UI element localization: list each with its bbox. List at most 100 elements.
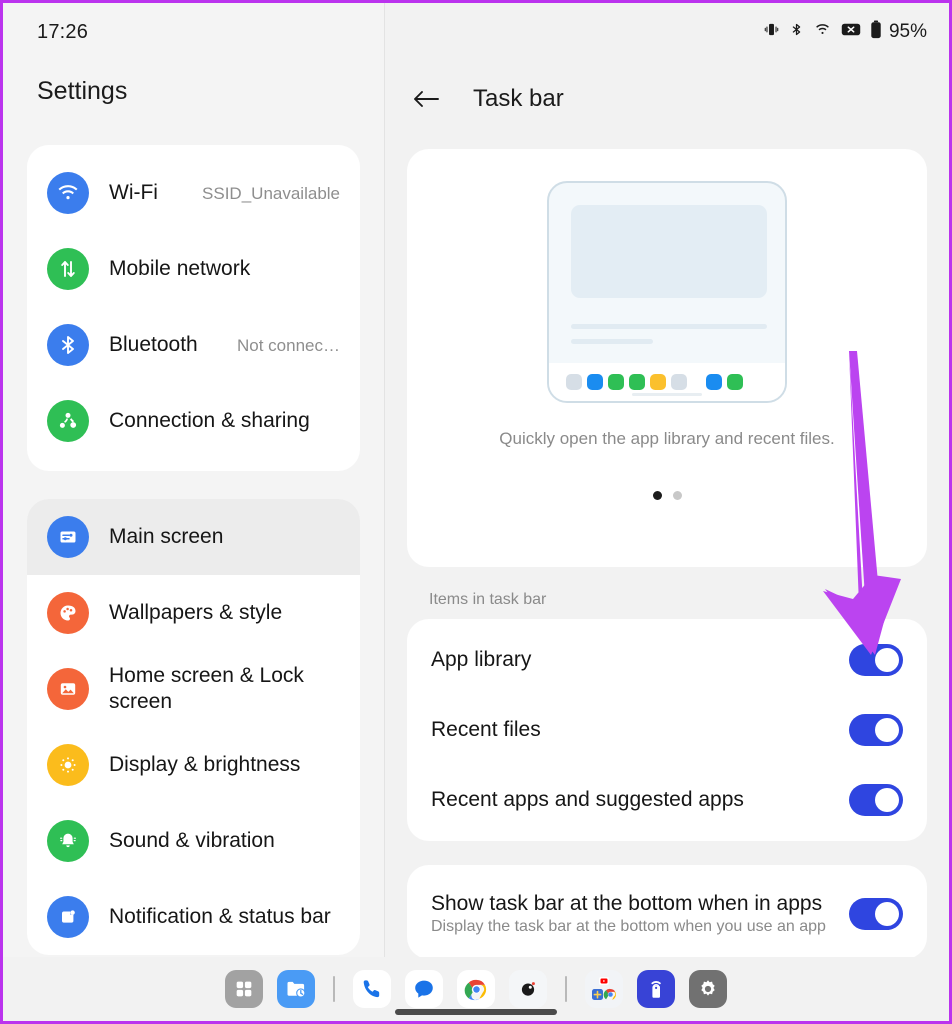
dock-separator-2: [565, 976, 567, 1002]
dock-separator-1: [333, 976, 335, 1002]
setting-title: Recent files: [431, 717, 541, 741]
sidebar-item-value: SSID_Unavailable: [202, 184, 340, 204]
setting-title: Show task bar at the bottom when in apps: [431, 891, 823, 915]
sidebar-item-label: Connection & sharing: [109, 409, 310, 433]
sidebar-item-label: Sound & vibration: [109, 829, 275, 853]
sidebar-title: Settings: [37, 77, 128, 105]
sidebar-item-value: Not connec…: [237, 336, 340, 356]
setting-row-show-taskbar-bottom[interactable]: Show task bar at the bottom when in apps…: [407, 879, 927, 949]
sidebar-item-wallpapers-style[interactable]: Wallpapers & style: [27, 575, 360, 651]
status-bar-right: 95%: [385, 3, 949, 61]
sidebar-item-connection-sharing[interactable]: Connection & sharing: [27, 383, 360, 459]
mockup-chip: [608, 374, 624, 390]
app-library-grid-icon[interactable]: [225, 970, 263, 1008]
items-in-taskbar-card: App library Recent files Recent apps and…: [407, 619, 927, 841]
mobile-network-icon: [47, 248, 89, 290]
setting-title: Recent apps and suggested apps: [431, 787, 744, 811]
sidebar-item-label: Notification & status bar: [109, 905, 331, 929]
mockup-chip: [706, 374, 722, 390]
palette-icon: [47, 592, 89, 634]
mockup-hero-block: [571, 205, 767, 298]
phone-icon[interactable]: [353, 970, 391, 1008]
carousel-dot-1[interactable]: [652, 491, 662, 500]
sidebar-item-home-lock-screen[interactable]: Home screen & Lock screen: [27, 651, 360, 727]
chrome-icon[interactable]: [457, 970, 495, 1008]
toggle-show-taskbar-bottom[interactable]: [849, 898, 903, 930]
toggle-knob: [875, 788, 899, 812]
taskbar-settings-panel: 95% Task bar Quickly open the app librar…: [385, 3, 949, 1021]
status-bar-left: 17:26: [3, 3, 384, 61]
mockup-chip: [671, 374, 687, 390]
sidebar-item-label: Wallpapers & style: [109, 601, 283, 625]
preview-caption: Quickly open the app library and recent …: [499, 429, 835, 448]
toggle-app-library[interactable]: [849, 644, 903, 676]
sidebar-item-label: Main screen: [109, 525, 224, 549]
toggle-knob: [875, 718, 899, 742]
toggle-knob: [875, 648, 899, 672]
toggle-knob: [875, 902, 899, 926]
carousel-dots[interactable]: [652, 491, 682, 500]
bluetooth-icon: [789, 21, 804, 43]
tablet-mockup-illustration: [547, 181, 787, 403]
battery-icon: [870, 20, 882, 44]
brightness-icon: [47, 744, 89, 786]
sidebar-item-label: Wi-Fi: [109, 181, 158, 205]
back-arrow-icon[interactable]: [409, 82, 443, 116]
carousel-dot-2[interactable]: [672, 491, 682, 500]
image-icon: [47, 668, 89, 710]
sidebar-item-mobile-network[interactable]: Mobile network: [27, 231, 360, 307]
wifi-icon: [813, 21, 832, 43]
no-sim-icon: [841, 22, 861, 42]
mockup-chip: [566, 374, 582, 390]
bell-icon: [47, 820, 89, 862]
mockup-home-indicator: [632, 393, 702, 396]
sidebar-item-bluetooth[interactable]: Bluetooth Not connec…: [27, 307, 360, 383]
mockup-chip: [629, 374, 645, 390]
home-indicator: [395, 1009, 557, 1015]
hotspot-icon[interactable]: [637, 970, 675, 1008]
wifi-icon: [47, 172, 89, 214]
gear-icon[interactable]: [689, 970, 727, 1008]
mockup-chip: [587, 374, 603, 390]
device-screen: 17:26 Settings Wi-Fi SSID_Unavailable Mo…: [0, 0, 952, 1024]
sidebar-item-label: Mobile network: [109, 257, 251, 281]
system-dock: [3, 957, 949, 1021]
battery-percent: 95%: [888, 21, 927, 42]
sidebar-item-label: Home screen & Lock screen: [109, 664, 304, 713]
clock: 17:26: [37, 20, 89, 43]
app-folder-icon[interactable]: [585, 970, 623, 1008]
setting-subtitle: Display the task bar at the bottom when …: [431, 918, 826, 936]
sidebar-item-label: Display & brightness: [109, 753, 301, 777]
mockup-chip: [650, 374, 666, 390]
toggle-recent-files[interactable]: [849, 714, 903, 746]
camera-icon[interactable]: [509, 970, 547, 1008]
setting-title: App library: [431, 647, 532, 671]
setting-row-recent-files[interactable]: Recent files: [407, 695, 927, 765]
toggle-recent-apps[interactable]: [849, 784, 903, 816]
mockup-line: [571, 339, 653, 344]
setting-row-app-library[interactable]: App library: [407, 625, 927, 695]
sidebar-item-sound-vibration[interactable]: Sound & vibration: [27, 803, 360, 879]
mockup-line: [571, 324, 767, 329]
taskbar-preview-card: Quickly open the app library and recent …: [407, 149, 927, 567]
sidebar-item-wifi[interactable]: Wi-Fi SSID_Unavailable: [27, 155, 360, 231]
vibrate-icon: [763, 21, 780, 43]
settings-sidebar: 17:26 Settings Wi-Fi SSID_Unavailable Mo…: [3, 3, 384, 1021]
recent-files-folder-icon[interactable]: [277, 970, 315, 1008]
mockup-chip: [727, 374, 743, 390]
notification-icon: [47, 896, 89, 938]
mockup-chip-gap: [692, 382, 701, 383]
setting-row-recent-apps[interactable]: Recent apps and suggested apps: [407, 765, 927, 835]
panel-header: Task bar: [385, 61, 949, 137]
bluetooth-icon: [47, 324, 89, 366]
sidebar-item-label: Bluetooth: [109, 333, 198, 357]
sidebar-item-main-screen[interactable]: Main screen: [27, 499, 360, 575]
sliders-icon: [47, 516, 89, 558]
sidebar-group-system: Main screen Wallpapers & style Home scre…: [27, 499, 360, 955]
show-taskbar-card: Show task bar at the bottom when in apps…: [407, 865, 927, 959]
sidebar-item-notification-status-bar[interactable]: Notification & status bar: [27, 879, 360, 955]
connection-sharing-icon: [47, 400, 89, 442]
sidebar-item-display-brightness[interactable]: Display & brightness: [27, 727, 360, 803]
items-section-label: Items in task bar: [429, 591, 547, 608]
messages-icon[interactable]: [405, 970, 443, 1008]
